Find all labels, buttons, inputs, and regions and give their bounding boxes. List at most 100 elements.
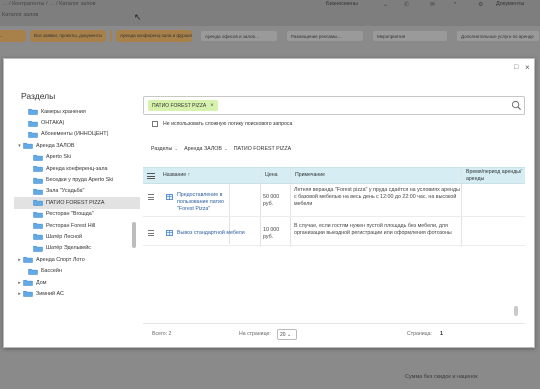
sidebar-item[interactable]: Камеры хранения xyxy=(14,106,140,117)
app-tab[interactable]: … xyxy=(0,30,26,42)
column-price-header[interactable]: Цена xyxy=(265,172,277,178)
sidebar-item[interactable]: Ресторан "Вгошда" xyxy=(14,209,140,220)
sidebar-item[interactable]: Aperto Ski xyxy=(14,152,140,163)
chevron-right-icon[interactable]: ▸ xyxy=(16,257,23,263)
sidebar-item[interactable]: Шатёр Эдельвейс xyxy=(14,243,140,254)
bell-icon[interactable]: ◔ xyxy=(453,1,457,7)
row-name-cell[interactable]: Вывоз стандартной мебели xyxy=(177,230,261,237)
sidebar-title: Разделы xyxy=(21,91,56,101)
breadcrumb-item[interactable]: Аренда ЗАЛОВ xyxy=(184,146,222,152)
folder-icon xyxy=(33,154,43,161)
column-note-header[interactable]: Примечание xyxy=(295,172,325,178)
sidebar-item[interactable]: Ресторан Forest Hill xyxy=(14,220,140,231)
row-price-cell: 50 000 руб. xyxy=(263,194,280,208)
sidebar-item-label: Беседки у пруда Aperto Ski xyxy=(46,177,114,184)
sidebar-item-label: Зимний АС xyxy=(36,290,64,297)
page-label: Страница: xyxy=(407,331,432,337)
current-page[interactable]: 1 xyxy=(440,331,443,337)
row-menu-icon[interactable] xyxy=(148,194,154,202)
sidebar-item-label: Шатёр Эдельвейс xyxy=(46,245,91,252)
folder-icon xyxy=(23,291,33,298)
app-tab[interactable]: Мероприятия xyxy=(372,30,448,42)
chevron-down-icon[interactable]: ⌄ xyxy=(224,146,228,152)
folder-icon xyxy=(33,234,43,241)
sidebar-item-label: ПАТИО FOREST PIZZA xyxy=(46,199,105,206)
sidebar-item-label: Абонементы (ИННОЦЕНТ) xyxy=(41,131,109,138)
table-scrollbar[interactable] xyxy=(514,306,518,316)
folder-icon xyxy=(33,223,43,229)
mouse-cursor-icon: ↖ xyxy=(134,12,142,22)
sidebar-item-label: ОНТАКА) xyxy=(41,120,65,127)
row-note-cell: В случае, если гостям нужен пустой площа… xyxy=(294,223,452,237)
sidebar-item[interactable]: ОНТАКА) xyxy=(14,117,140,128)
sidebar-item[interactable]: ▸ Зимний АС xyxy=(14,288,140,299)
close-icon[interactable]: × xyxy=(525,63,530,72)
app-tab[interactable] xyxy=(110,30,112,42)
row-menu-icon[interactable] xyxy=(148,230,154,238)
app-tab[interactable]: Дополнительные услуги по аренде xyxy=(456,30,540,42)
sidebar-item[interactable]: ▸ Аренда Спорт Лото xyxy=(14,254,140,265)
table-row[interactable]: Вывоз стандартной мебели 10 000 руб. В с… xyxy=(143,217,525,246)
sidebar-scrollbar[interactable] xyxy=(132,222,136,248)
table-row[interactable]: Предоставление в пользование патио "Fore… xyxy=(143,184,525,217)
app-header: … / Контрагенты / … / Каталог залов Ката… xyxy=(0,0,540,26)
sidebar-item-label: Ресторан "Вгошда" xyxy=(46,211,94,218)
documents-menu[interactable]: Документы xyxy=(496,1,524,7)
chevron-down-icon[interactable]: ⌄ xyxy=(383,1,388,8)
breadcrumb-item[interactable]: Разделы xyxy=(151,146,172,152)
user-menu[interactable]: Бизнесмены xyxy=(326,1,358,7)
sidebar-item[interactable]: ПАТИО FOREST PIZZA xyxy=(14,197,140,209)
breadcrumb: Разделы ⌄ Аренда ЗАЛОВ ⌄ ПАТИО FOREST PI… xyxy=(151,146,291,152)
chevron-down-icon[interactable]: ⌄ xyxy=(174,146,178,152)
simple-search-checkbox[interactable] xyxy=(152,121,158,127)
filter-chip[interactable]: ПАТИО FOREST PIZZA × xyxy=(148,100,218,111)
folder-icon xyxy=(33,211,43,218)
sidebar-item[interactable]: Бассейн xyxy=(14,265,140,276)
app-tab[interactable]: Аренда офисов и залов… xyxy=(200,30,278,42)
row-name-cell[interactable]: Предоставление в пользование патио "Fore… xyxy=(177,192,229,214)
app-tab[interactable]: Все заявки, проекты, документы xyxy=(30,30,106,42)
sidebar-item-label: Аренда конференц-зала xyxy=(46,165,108,172)
sidebar-item-label: Зала "Усадьба" xyxy=(46,188,85,195)
table-footer: Всего: 2 На странице: 20 ⌄ Страница: 1 xyxy=(143,323,525,345)
services-table: Название ↑ Цена Примечание Время/период … xyxy=(143,167,526,340)
sidebar-item-label: Aperto Ski xyxy=(46,154,71,161)
chevron-right-icon[interactable]: ▸ xyxy=(16,291,23,297)
chevron-right-icon[interactable]: ▸ xyxy=(16,280,23,286)
search-input[interactable]: ПАТИО FOREST PIZZA × xyxy=(143,96,525,115)
sidebar-item[interactable]: Зала "Усадьба" xyxy=(14,186,140,197)
search-icon[interactable] xyxy=(511,100,522,111)
sidebar-item[interactable]: Шатёр Лесной xyxy=(14,231,140,242)
chip-close-icon[interactable]: × xyxy=(210,103,214,109)
per-page-label: На странице: xyxy=(239,331,271,337)
folder-icon xyxy=(28,131,38,138)
simple-search-option: Не использовать сложную логику поисковог… xyxy=(152,121,292,127)
sidebar-item[interactable]: Беседки у пруда Aperto Ski xyxy=(14,174,140,185)
phone-icon[interactable]: ✆ xyxy=(404,1,409,8)
folder-icon xyxy=(33,188,43,195)
sidebar-item-label: Бассейн xyxy=(41,268,62,275)
sidebar-item[interactable]: Абонементы (ИННОЦЕНТ) xyxy=(14,129,140,140)
sidebar-item-label: Шатёр Лесной xyxy=(46,233,82,240)
sidebar-item[interactable]: ▸ Дом xyxy=(14,277,140,288)
app-breadcrumb[interactable]: … / Контрагенты / … / Каталог залов xyxy=(2,1,96,7)
app-tab[interactable]: Размещение рекламы… xyxy=(286,30,364,42)
column-menu-icon[interactable] xyxy=(147,173,155,181)
mail-icon[interactable]: ✉ xyxy=(430,1,435,8)
gear-icon[interactable]: ⚙ xyxy=(478,1,483,8)
sidebar-item-label: Дом xyxy=(36,279,47,286)
filter-chip-label: ПАТИО FOREST PIZZA xyxy=(152,102,207,109)
column-name-header[interactable]: Название ↑ xyxy=(163,172,190,178)
chevron-down-icon[interactable]: ▾ xyxy=(16,143,23,149)
column-time-header[interactable]: Время/период аренды/ аренды xyxy=(466,169,526,182)
per-page-select[interactable]: 20 ⌄ xyxy=(277,329,297,340)
sidebar-item-label: Камеры хранения xyxy=(41,108,86,115)
sidebar-item[interactable]: ▾ Аренда ЗАЛОВ xyxy=(14,140,140,151)
folder-icon xyxy=(23,279,33,286)
app-tabs: … Все заявки, проекты, документы Аренда … xyxy=(0,30,540,42)
sidebar-item-label: Аренда ЗАЛОВ xyxy=(36,142,75,149)
app-tab[interactable]: Аренда конференц-зала и фуршет… xyxy=(116,30,192,42)
folder-icon xyxy=(28,109,38,115)
maximize-icon[interactable]: □ xyxy=(514,64,518,71)
sidebar-item[interactable]: Аренда конференц-зала xyxy=(14,163,140,174)
